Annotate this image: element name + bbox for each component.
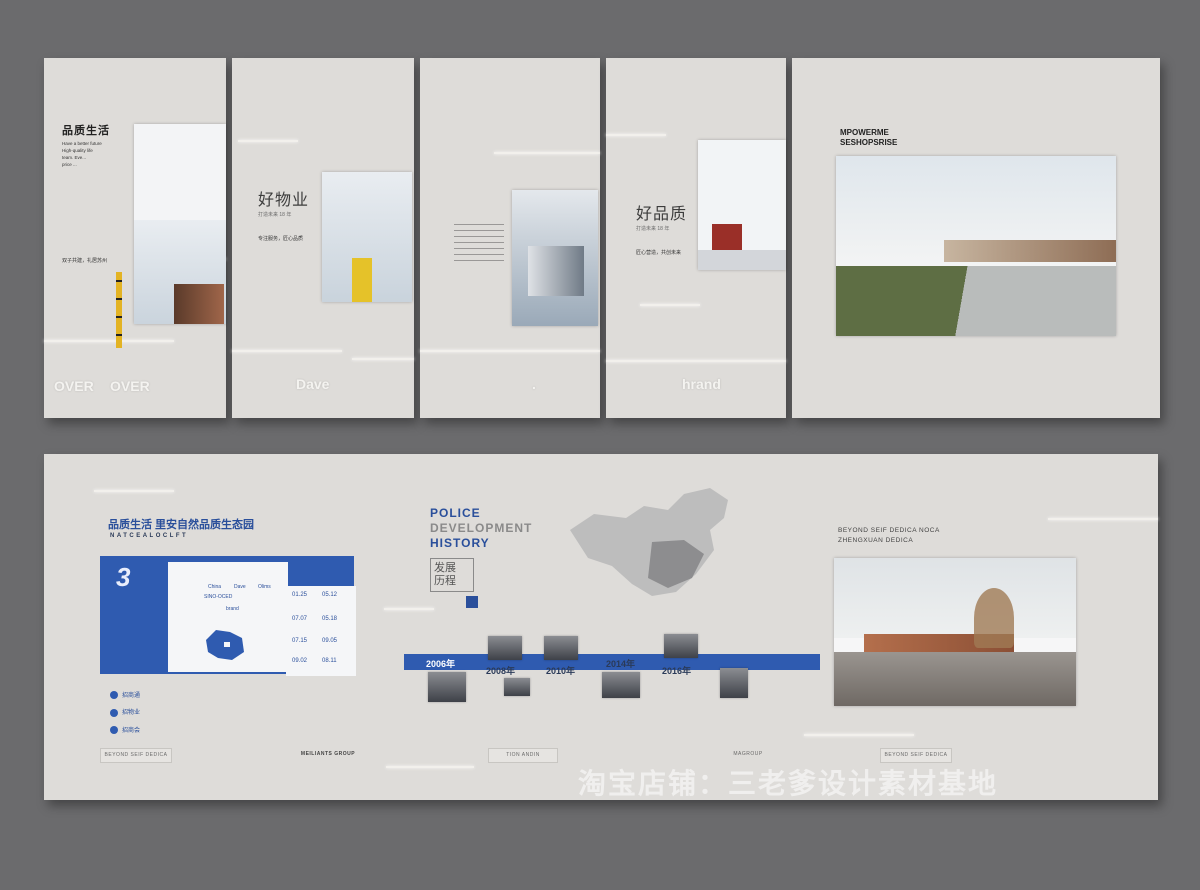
panel1-caption: 双子共建，礼居苏州 [62, 258, 108, 264]
timeline-photo [428, 672, 466, 702]
footer-badge: MAGROUP [733, 751, 763, 757]
left-list: 招商通 招物业 招商会 [110, 690, 140, 735]
yellow-strip [116, 272, 122, 348]
list-bullet-icon [110, 726, 118, 735]
panel2-image-card [322, 172, 412, 302]
timeline-photo [720, 668, 748, 698]
footer-badge: TION ANDIN [488, 748, 558, 763]
panel1-word-1: OVER [54, 378, 94, 394]
white-card: China Dave Olims SINO-OCED brand [168, 562, 288, 672]
light-line [804, 734, 914, 736]
panel3-image-card [512, 190, 598, 326]
light-line [44, 340, 174, 342]
panel5-architecture-image [836, 156, 1116, 336]
panel4-title: 好品质 [636, 206, 688, 223]
history-cn-title: 发展 历程 [430, 558, 474, 592]
footer-badge: BEYOND SEIF DEDICA [100, 748, 172, 763]
light-line [238, 140, 298, 142]
panel4-image-card [698, 140, 786, 270]
panel1-intro: Have a better future High-quality life t… [62, 141, 102, 167]
footer-badge: BEYOND SEIF DEDICA [880, 748, 952, 763]
left-headline: 品质生活 里安自然品质生态园 [108, 519, 255, 531]
blue-square-icon [466, 596, 478, 608]
timeline-photo [544, 636, 578, 660]
china-map-icon [570, 488, 728, 596]
light-line [232, 350, 342, 352]
top-panel-4: 好品质 打造未来 18 年 匠心营造，共创未来 hrand [606, 58, 786, 418]
panel5-title: MPOWERME SESHOPSRISE [840, 128, 898, 147]
timeline-year: 2006年 [426, 659, 456, 669]
light-line [494, 152, 600, 154]
panel4-word: hrand [682, 376, 721, 392]
list-bullet-icon [110, 708, 118, 717]
blue-info-board: 3 China Dave Olims SINO-OCED brand 01.25… [100, 556, 356, 676]
light-line [386, 766, 474, 768]
light-line [606, 134, 666, 136]
panel2-meta: 打造未来 18 年 [258, 212, 292, 218]
panel3-word: . [532, 376, 536, 392]
dates-column: 01.25 05.12 07.07 05.18 07.15 09.05 09.0… [286, 586, 356, 676]
left-subline: NATCEALOCLFT [110, 533, 189, 539]
timeline-year: 2016年 [662, 666, 692, 676]
timeline-photo [664, 634, 698, 658]
list-bullet-icon [110, 691, 118, 700]
right-architecture-image [834, 558, 1076, 706]
timeline-photo [504, 678, 530, 696]
top-panel-5: MPOWERME SESHOPSRISE [792, 58, 1160, 418]
light-line [606, 360, 786, 362]
timeline-year: 2014年 [606, 659, 636, 669]
panel1-image-card [134, 124, 226, 324]
panel4-meta: 打造未来 18 年 [636, 226, 670, 232]
big-number: 3 [116, 562, 131, 592]
top-panel-2: 好物业 打造未来 18 年 专注服务，匠心品质 Dave [232, 58, 414, 418]
light-line [384, 608, 434, 610]
footer-badge: MEILIANTS GROUP [300, 751, 356, 757]
panel2-word: Dave [296, 376, 330, 392]
light-line [420, 350, 600, 352]
timeline-photo [488, 636, 522, 660]
light-line [352, 358, 414, 360]
panel2-title: 好物业 [258, 192, 310, 209]
panel1-title: 品质生活 [62, 125, 110, 137]
province-map-icon [206, 630, 244, 660]
panel3-logo-sketch [454, 224, 504, 264]
history-title: POLICE DEVELOPMENT HISTORY [430, 506, 533, 550]
card-label-china: China [208, 584, 222, 590]
top-panel-3: . [420, 58, 600, 418]
card-label-dave: Dave [234, 584, 246, 590]
light-line [640, 304, 700, 306]
panel2-caption: 专注服务，匠心品质 [258, 236, 304, 242]
card-label-sino: SINO-OCED [204, 594, 233, 600]
watermark: 淘宝店铺：三老爹设计素材基地 [578, 768, 999, 799]
bottom-panel: 品质生活 里安自然品质生态园 NATCEALOCLFT 3 China Dave… [44, 454, 1158, 800]
panel4-caption: 匠心营造，共创未来 [636, 250, 682, 256]
timeline-year: 2008年 [486, 666, 516, 676]
timeline-year: 2010年 [546, 666, 576, 676]
right-title: BEYOND SEIF DEDICA NOCA ZHENGXUAN DEDICA [838, 527, 940, 544]
top-panel-1: 品质生活 Have a better future High-quality l… [44, 58, 226, 418]
light-line [1048, 518, 1158, 520]
panel1-word-2: OVER [110, 378, 150, 394]
timeline-photo [602, 672, 640, 698]
light-line [94, 490, 174, 492]
card-label-olims: Olims [258, 584, 271, 590]
card-label-brand: brand [226, 606, 239, 612]
